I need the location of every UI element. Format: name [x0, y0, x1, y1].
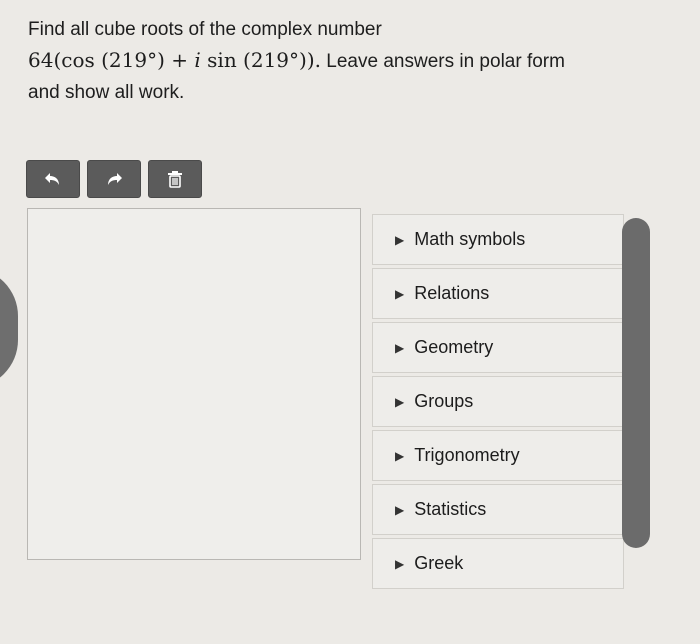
caret-right-icon: ▶ — [395, 232, 405, 247]
symbol-palette: ▶ Math symbols ▶ Relations ▶ Geometry ▶ … — [372, 214, 624, 644]
palette-item-label: Statistics — [414, 499, 487, 519]
palette-item-geometry[interactable]: ▶ Geometry — [372, 322, 624, 373]
palette-item-groups[interactable]: ▶ Groups — [372, 376, 624, 427]
background-object — [0, 268, 18, 388]
palette-item-label: Geometry — [414, 337, 494, 357]
question-line-2: 64(cos (219°) + i sin (219°)). Leave ans… — [28, 48, 565, 72]
palette-item-relations[interactable]: ▶ Relations — [372, 268, 624, 319]
palette-item-statistics[interactable]: ▶ Statistics — [372, 484, 624, 535]
complex-number-expression: 64(cos (219°) + i sin (219°)). — [28, 48, 322, 72]
clear-button[interactable] — [148, 160, 202, 198]
question-line-1: Find all cube roots of the complex numbe… — [28, 19, 382, 40]
palette-item-greek[interactable]: ▶ Greek — [372, 538, 624, 589]
palette-item-label: Trigonometry — [414, 445, 520, 465]
caret-right-icon: ▶ — [395, 340, 405, 355]
palette-item-trigonometry[interactable]: ▶ Trigonometry — [372, 430, 624, 481]
palette-item-label: Greek — [414, 553, 464, 573]
undo-button[interactable] — [26, 160, 80, 198]
palette-item-math-symbols[interactable]: ▶ Math symbols — [372, 214, 624, 265]
redo-button[interactable] — [87, 160, 141, 198]
trash-icon — [168, 171, 182, 188]
palette-item-label: Groups — [414, 391, 474, 411]
answer-editor[interactable] — [27, 208, 361, 560]
redo-icon — [108, 173, 122, 185]
undo-icon — [45, 173, 59, 185]
caret-right-icon: ▶ — [395, 502, 405, 517]
palette-scrollbar[interactable] — [622, 218, 650, 548]
caret-right-icon: ▶ — [395, 286, 405, 301]
palette-item-label: Relations — [414, 283, 490, 303]
palette-item-label: Math symbols — [414, 229, 526, 249]
question-text: Find all cube roots of the complex numbe… — [28, 14, 668, 108]
question-line-3: and show all work. — [28, 82, 185, 103]
editor-toolbar — [26, 160, 202, 198]
caret-right-icon: ▶ — [395, 394, 405, 409]
caret-right-icon: ▶ — [395, 556, 405, 571]
caret-right-icon: ▶ — [395, 448, 405, 463]
